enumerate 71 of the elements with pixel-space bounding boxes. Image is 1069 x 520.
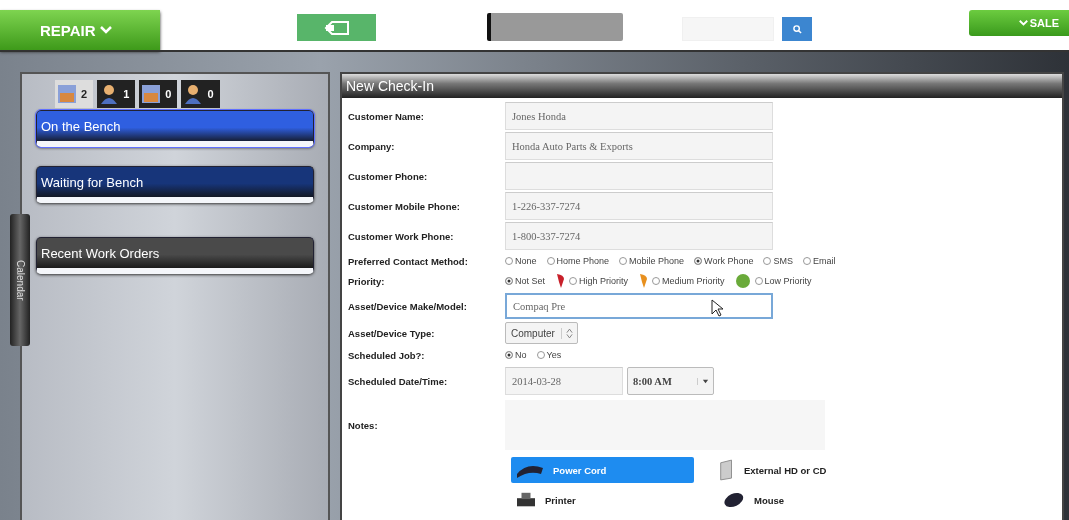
printer-icon [515,491,537,509]
input-field[interactable]: Compaq Pre [505,293,773,319]
radio-button[interactable] [803,257,811,265]
field-label: Customer Work Phone: [348,230,455,242]
chevron-icon [99,26,112,34]
radio-button[interactable] [694,257,703,265]
counter-tab[interactable]: 1 [97,80,136,108]
radio-button[interactable] [619,257,628,265]
cursor-icon [711,299,723,317]
input-field[interactable]: Jones Honda [505,102,773,130]
option-label[interactable]: Email [803,256,836,266]
time-dropdown[interactable]: 8:00 AM [627,367,714,395]
option-label[interactable]: Mobile Phone [619,256,685,266]
accessory-option[interactable]: Mouse [714,487,914,513]
calendar-icon [141,84,162,104]
checkin-button[interactable] [297,14,376,41]
counter-tab[interactable]: 2 [55,80,94,108]
radio-button[interactable] [652,277,661,285]
field-label: Company: [348,140,396,152]
input-field[interactable]: 1-800-337-7274 [505,222,773,250]
radio-button[interactable] [505,277,513,285]
radio-button[interactable] [505,351,513,359]
date-field[interactable]: 2014-03-28 [505,367,623,395]
calendar-icon [57,84,77,104]
input-field[interactable]: Honda Auto Parts & Exports [505,132,773,160]
search-button[interactable] [782,17,812,41]
field-label: Priority: [348,275,386,287]
accessory-option[interactable]: Printer [511,487,694,513]
dropdown-arrow-icon [702,377,709,385]
counter-tab[interactable]: 0 [181,80,220,108]
option-label[interactable]: None [505,256,537,266]
option-label[interactable]: Work Phone [694,256,754,266]
input-field[interactable]: 1-226-337-7274 [505,192,773,220]
option-label[interactable]: SMS [763,256,793,266]
radio-button[interactable] [505,257,513,265]
field-label: Asset/Device Make/Model: [348,300,468,312]
accessory-option[interactable]: External HD or CD [714,457,914,483]
radio-button[interactable] [763,257,772,265]
tag-icon [323,19,350,36]
field-label: Customer Name: [348,110,426,122]
side-tab[interactable]: Calendar [10,214,30,346]
sidebar-item[interactable]: Waiting for Bench [36,166,314,203]
radio-button[interactable] [546,257,555,265]
up-down-icon [565,327,573,339]
option-label[interactable]: Yes [536,350,562,360]
counter-tab[interactable]: 0 [139,80,178,108]
chevron-icon [1018,20,1028,26]
type-dropdown[interactable]: Computer [505,322,578,344]
option-label[interactable]: Not Set [505,276,545,286]
radio-button[interactable] [754,277,763,285]
field-label: Scheduled Date/Time: [348,375,449,387]
radio-button[interactable] [536,351,545,359]
field-label: Scheduled Job?: [348,349,426,361]
form-title: New Check-In [342,74,1062,98]
option-label[interactable]: High Priority [569,276,629,286]
input-field[interactable] [505,162,773,190]
option-label[interactable]: Low Priority [754,276,812,286]
field-label: Preferred Contact Method: [348,255,469,267]
option-label[interactable]: No [505,350,527,360]
search-icon [792,24,802,34]
radio-button[interactable] [569,277,577,285]
option-label[interactable]: Medium Priority [652,276,725,286]
sidebar-item[interactable]: Recent Work Orders [36,237,314,274]
field-label: Customer Mobile Phone: [348,200,461,212]
field-label: Notes: [348,419,379,431]
person-icon [99,84,120,104]
person-icon [183,84,204,104]
sidebar-item[interactable]: On the Bench [36,110,314,147]
field-label: Customer Phone: [348,170,429,182]
option-label[interactable]: Home Phone [546,256,610,266]
field-label: Asset/Device Type: [348,327,436,339]
